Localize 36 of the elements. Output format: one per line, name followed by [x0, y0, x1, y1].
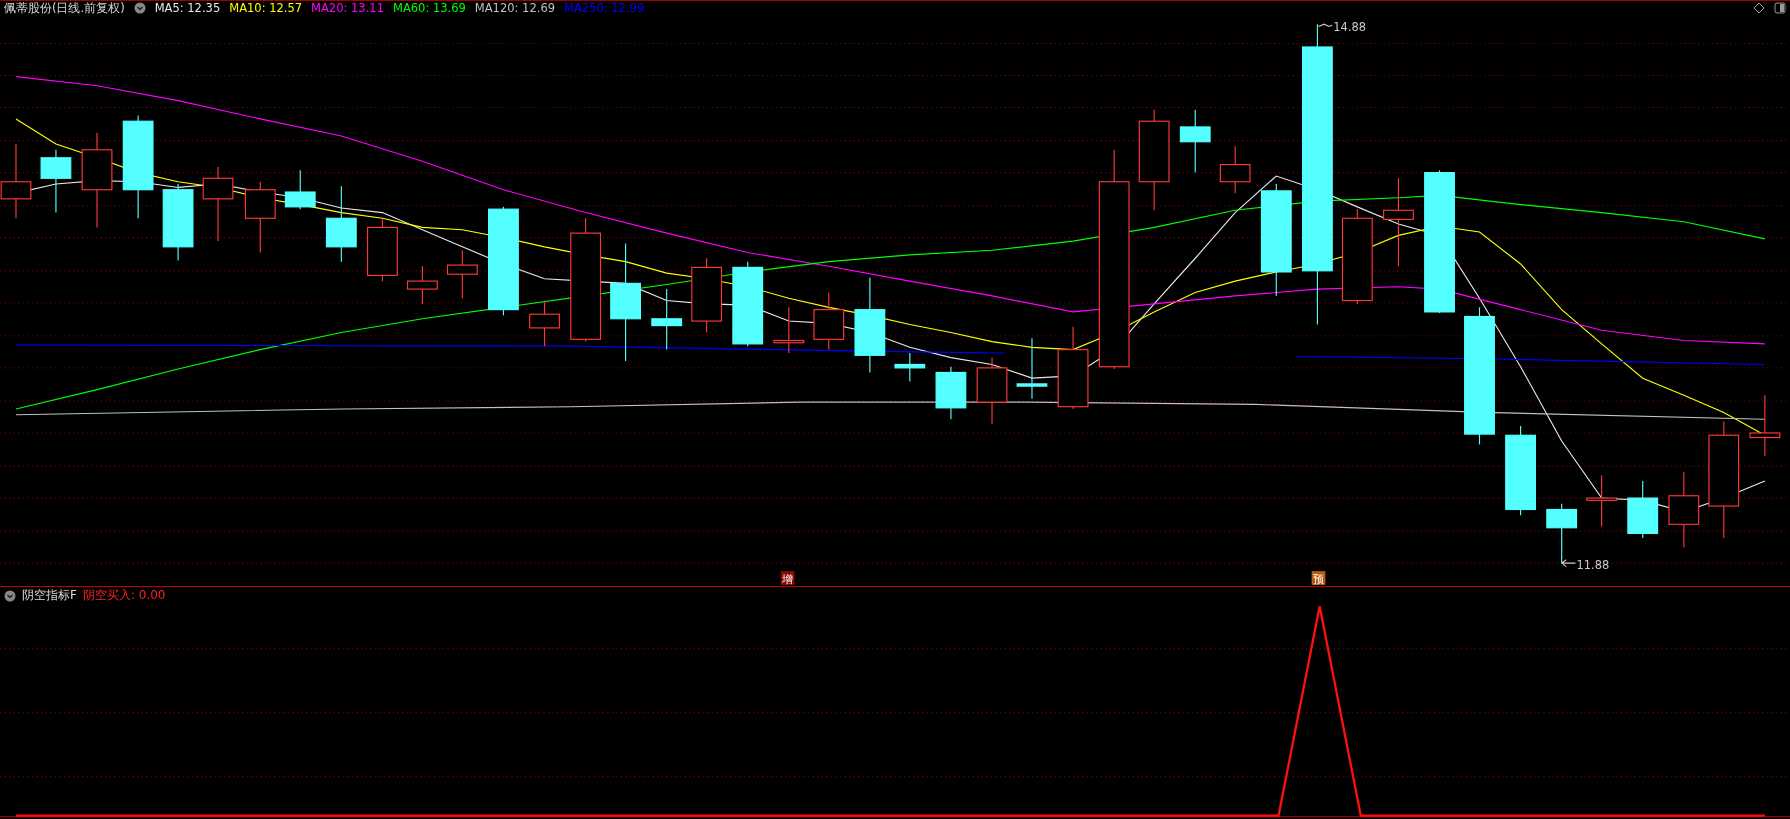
candlestick	[773, 306, 805, 354]
moving-average-label: MA250: 12.99	[564, 1, 645, 15]
candlestick	[976, 357, 1008, 425]
moving-average-label: MA10: 12.57	[229, 1, 303, 15]
high-price-label: 14.88	[1317, 20, 1366, 34]
candlestick	[1749, 394, 1781, 457]
candlestick	[1179, 109, 1211, 174]
dropdown-icon[interactable]	[4, 589, 16, 602]
indicator-reading: 阴空买入: 0.00	[82, 587, 166, 604]
low-price-label: 11.88	[1561, 557, 1610, 572]
candlestick	[284, 169, 316, 210]
candlestick	[40, 149, 72, 214]
stock-title: 佩蒂股份(日线.前复权)	[4, 1, 125, 15]
candlestick	[813, 291, 845, 351]
candlestick	[529, 299, 560, 347]
event-tag: 预	[1311, 571, 1326, 586]
candlestick	[1546, 503, 1578, 564]
candlestick	[1016, 337, 1048, 400]
panel-toggle-icon[interactable]	[1774, 2, 1786, 14]
moving-average-label: MA120: 12.69	[474, 1, 556, 15]
moving-average-label: MA5: 12.35	[154, 1, 221, 15]
moving-average-label: MA20: 13.11	[311, 1, 384, 15]
candlestick	[935, 366, 967, 420]
candlestick	[651, 288, 683, 351]
candlestick	[406, 265, 438, 305]
candlestick	[894, 352, 926, 383]
indicator-title: 阴空指标F	[22, 587, 77, 604]
candlestick	[446, 249, 478, 299]
dropdown-icon[interactable]	[133, 2, 146, 14]
event-tag: 增	[780, 571, 795, 586]
moving-average-label: MA60: 13.69	[392, 1, 466, 15]
diamond-icon[interactable]	[1753, 2, 1765, 14]
candlestick	[1586, 474, 1618, 528]
candlestick	[1219, 145, 1251, 194]
candlestick	[367, 217, 398, 282]
candlestick	[1627, 480, 1659, 539]
